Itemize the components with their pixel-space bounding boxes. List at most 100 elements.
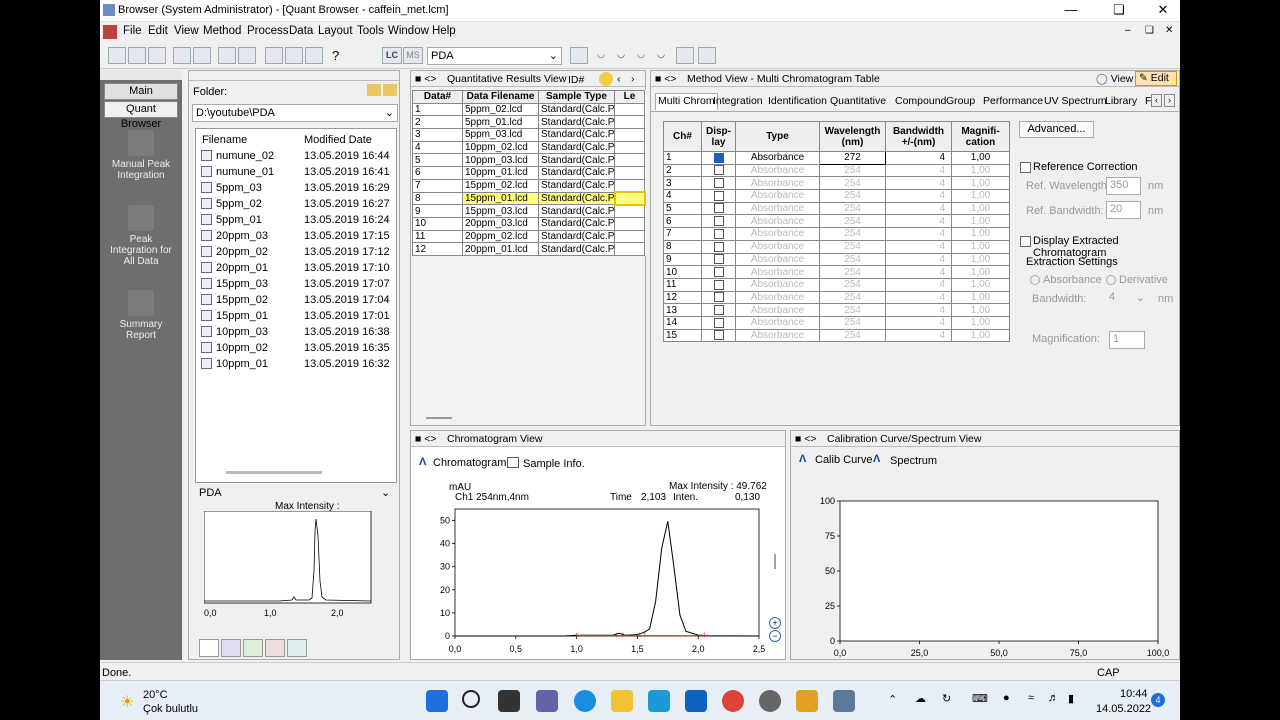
folder-icon[interactable] [367, 84, 381, 96]
menu-tools[interactable]: Tools [357, 25, 384, 37]
display-checkbox-cell[interactable] [701, 303, 736, 317]
file-row[interactable]: numune_01 13.05.2019 16:41 [198, 165, 394, 180]
tab3-icon[interactable] [243, 639, 263, 657]
quant-row[interactable]: 9 15ppm_03.lcd Standard(Calc.Poi [412, 204, 645, 218]
print-preview-icon[interactable] [193, 47, 211, 64]
channel-row[interactable]: 3 Absorbance 254 4 1,00 [663, 176, 1010, 191]
checkbox-icon[interactable] [713, 216, 724, 227]
onedrive-icon[interactable]: ☁ [915, 692, 926, 705]
col-magnification[interactable]: Magnifi-cation [951, 121, 1010, 152]
method-tab[interactable]: Integration [713, 95, 763, 107]
path-field[interactable]: D:\youtube\PDA ⌄ [192, 104, 398, 122]
mail-icon[interactable] [648, 690, 670, 712]
start-icon[interactable] [426, 690, 448, 712]
edge-icon[interactable] [574, 690, 596, 712]
edit-button[interactable]: ✎ Edit [1135, 71, 1177, 86]
col-display[interactable]: Disp-lay [701, 121, 736, 152]
menu-method[interactable]: Method [203, 25, 241, 37]
file-row[interactable]: 10ppm_03 13.05.2019 16:38 [198, 325, 394, 340]
restore-icon[interactable]: ❏ [1096, 0, 1142, 22]
quant-row[interactable]: 3 5ppm_03.lcd Standard(Calc.Poi [412, 128, 645, 142]
quant-row[interactable]: 11 20ppm_02.lcd Standard(Calc.Poi [412, 229, 645, 244]
menu-data[interactable]: Data [289, 25, 313, 37]
main-button[interactable]: Main [104, 83, 178, 100]
channel-row[interactable]: 12 Absorbance 254 4 1,00 [663, 290, 1010, 305]
ref-bandwidth-field[interactable]: 20 [1106, 201, 1141, 219]
spectrum-tab[interactable]: Spectrum [890, 455, 937, 467]
quant-scrollbar[interactable] [426, 417, 452, 419]
checkbox-icon[interactable] [713, 330, 724, 341]
mdi-minimize-icon[interactable]: – [1125, 25, 1131, 36]
col-modified[interactable]: Modified Date [304, 134, 372, 146]
col-type[interactable]: Type [735, 121, 820, 152]
display-checkbox-cell[interactable] [701, 252, 736, 267]
tray-chevron-icon[interactable]: ⌃ [888, 693, 897, 706]
channel-row[interactable]: 7 Absorbance 254 4 1,00 [663, 227, 1010, 241]
method-tab[interactable]: Quantitative [830, 95, 886, 107]
quant-row[interactable]: 4 10ppm_02.lcd Standard(Calc.Poi [412, 140, 645, 155]
channel-row[interactable]: 13 Absorbance 254 4 1,00 [663, 303, 1010, 317]
display-checkbox-cell[interactable] [701, 163, 736, 178]
quant-row[interactable]: 10 20ppm_03.lcd Standard(Calc.Poi [412, 216, 645, 231]
col-ch[interactable]: Ch# [663, 121, 702, 152]
print-icon[interactable] [173, 47, 191, 64]
display-extracted-checkbox[interactable] [1020, 236, 1031, 247]
notification-badge[interactable]: 4 [1151, 693, 1165, 707]
chromatogram-tab[interactable]: Chromatogram [433, 457, 506, 469]
checkbox-icon[interactable] [713, 254, 724, 265]
checkbox-icon[interactable] [713, 228, 724, 239]
display-checkbox-cell[interactable] [701, 201, 736, 216]
sort-icon[interactable] [599, 72, 613, 86]
zoom-in-icon[interactable]: + [769, 617, 781, 629]
help-icon[interactable]: ? [332, 48, 339, 63]
layout2-icon[interactable] [238, 47, 256, 64]
chat-icon[interactable] [536, 690, 558, 712]
save-icon[interactable] [148, 47, 166, 64]
channel-row[interactable]: 15 Absorbance 254 4 1,00 [663, 328, 1010, 343]
tab4-icon[interactable] [265, 639, 285, 657]
advanced-button[interactable]: Advanced... [1019, 121, 1094, 138]
file-row[interactable]: 20ppm_02 13.05.2019 17:12 [198, 245, 394, 260]
quant-row[interactable]: 1 5ppm_02.lcd Standard(Calc.Poi [412, 102, 645, 117]
open-icon[interactable] [128, 47, 146, 64]
file-row[interactable]: 15ppm_03 13.05.2019 17:07 [198, 277, 394, 292]
search-icon[interactable] [462, 690, 480, 708]
file-row[interactable]: 5ppm_01 13.05.2019 16:24 [198, 213, 394, 228]
display-checkbox-cell[interactable] [701, 328, 736, 343]
chrome-icon[interactable] [722, 690, 744, 712]
channel-row[interactable]: 8 Absorbance 254 4 1,00 [663, 239, 1010, 254]
method-tab[interactable]: Group [946, 95, 975, 107]
minimize-icon[interactable]: — [1048, 0, 1094, 22]
method-tab[interactable]: Compound [895, 95, 946, 107]
display-checkbox-cell[interactable] [701, 290, 736, 305]
channel-row[interactable]: 9 Absorbance 254 4 1,00 [663, 252, 1010, 267]
menu-help[interactable]: Help [432, 25, 456, 37]
channel-row[interactable]: 14 Absorbance 254 4 1,00 [663, 315, 1010, 330]
method-tab[interactable]: UV Spectrum [1044, 95, 1106, 107]
calib-curve-tab[interactable]: Calib Curve [815, 454, 872, 466]
file-row[interactable]: 20ppm_01 13.05.2019 17:10 [198, 261, 394, 276]
method-tab[interactable]: Performance [983, 95, 1043, 107]
col-sample-type[interactable]: Sample Type [538, 90, 615, 104]
ref-correction-checkbox[interactable] [1020, 162, 1031, 173]
flask2-icon[interactable]: ◡ [612, 47, 630, 64]
preview-chevron-icon[interactable]: ⌄ [381, 486, 390, 499]
tabs-right-icon[interactable]: › [1164, 94, 1175, 107]
report-icon[interactable] [676, 47, 694, 64]
menu-file[interactable]: File [123, 25, 142, 37]
col-wavelength[interactable]: Wavelength (nm) [819, 121, 886, 152]
task-view-icon[interactable] [498, 690, 520, 712]
spectrum-icon[interactable] [570, 47, 588, 64]
col-level[interactable]: Le [614, 90, 645, 104]
file-list-scrollbar[interactable] [226, 471, 322, 474]
channel-row[interactable]: 4 Absorbance 254 4 1,00 [663, 189, 1010, 203]
clock-date[interactable]: 14.05.2022 [1096, 703, 1151, 715]
derivative-radio[interactable] [1106, 275, 1116, 285]
keyboard-icon[interactable]: ⌨ [972, 692, 988, 705]
pane1-icon[interactable] [265, 47, 283, 64]
ms-button[interactable]: MS [403, 47, 423, 64]
file-row[interactable]: numune_02 13.05.2019 16:44 [198, 149, 394, 164]
file-row[interactable]: 5ppm_03 13.05.2019 16:29 [198, 181, 394, 196]
col-data-filename[interactable]: Data Filename [462, 90, 539, 104]
folder-up-icon[interactable] [383, 84, 397, 96]
